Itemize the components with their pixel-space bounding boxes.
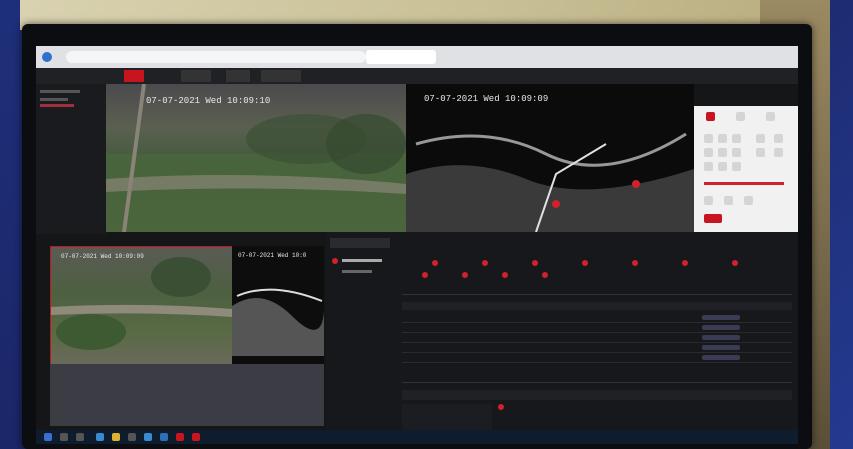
app-icon[interactable]	[192, 433, 200, 441]
camera-item-active[interactable]	[40, 104, 74, 107]
start-icon[interactable]	[44, 433, 52, 441]
device-type-filter	[402, 260, 792, 266]
video-feed-top-right[interactable]: 07-07-2021 Wed 10:09:09	[406, 84, 694, 232]
hikcentral-icon[interactable]	[176, 433, 184, 441]
filter-checkbox[interactable]	[582, 260, 588, 266]
ptz-up-left-button[interactable]	[704, 134, 713, 143]
priority-filter	[402, 272, 792, 278]
filter-checkbox[interactable]	[532, 260, 538, 266]
filter-checkbox[interactable]	[632, 260, 638, 266]
event-center-panel	[326, 232, 798, 444]
table-row[interactable]	[402, 334, 792, 343]
app-navigation-bar	[36, 68, 798, 84]
filter-checkbox[interactable]	[422, 272, 428, 278]
filter-checkbox[interactable]	[682, 260, 688, 266]
filter-checkbox[interactable]	[732, 260, 738, 266]
divider	[402, 382, 792, 383]
wiper-icon[interactable]	[724, 196, 733, 205]
windows-taskbar	[36, 430, 798, 444]
video-feed-bottom-left[interactable]: 07-07-2021 Wed 10:09:09	[50, 246, 234, 366]
filter-checkbox[interactable]	[502, 272, 508, 278]
filter-checkbox[interactable]	[432, 260, 438, 266]
ptz-down-left-button[interactable]	[704, 162, 713, 171]
tab-configuration[interactable]	[261, 70, 301, 82]
timestamp-top-left: 07-07-2021 Wed 10:09:10	[146, 96, 271, 106]
light-icon[interactable]	[704, 196, 713, 205]
event-details-header	[402, 390, 792, 400]
ptz-right-button[interactable]	[732, 148, 741, 157]
camera-list-header	[40, 90, 80, 93]
priority-badge	[702, 315, 740, 320]
table-row[interactable]	[402, 344, 792, 353]
event-table-header	[402, 302, 792, 310]
priority-badge	[702, 325, 740, 330]
browser-icon	[42, 52, 52, 62]
event-center-tab[interactable]	[330, 238, 390, 248]
address-bar[interactable]	[66, 51, 366, 63]
app-icon[interactable]	[144, 433, 152, 441]
monitor: 07-07-2021 Wed 10:09:10 07-07-2021 Wed 1…	[22, 24, 812, 449]
browser-bar	[36, 46, 798, 68]
store-icon[interactable]	[128, 433, 136, 441]
real-time-event-label	[342, 259, 382, 262]
app-icon[interactable]	[160, 433, 168, 441]
thermal-scene-graphic-2	[232, 288, 324, 356]
ptz-stop-button[interactable]	[718, 148, 727, 157]
tab-picture[interactable]	[226, 70, 250, 82]
real-time-event-icon[interactable]	[332, 258, 338, 264]
zoom-in-icon[interactable]	[756, 134, 765, 143]
browser-tab[interactable]	[366, 50, 436, 64]
scene-graphic	[106, 84, 406, 232]
aux-icon[interactable]	[744, 196, 753, 205]
ptz-up-right-button[interactable]	[732, 134, 741, 143]
patrol-icon[interactable]	[766, 112, 775, 121]
tab-playback[interactable]	[181, 70, 211, 82]
folder-icon[interactable]	[112, 433, 120, 441]
timestamp-bottom-right: 07-07-2021 Wed 10:0	[238, 252, 307, 259]
table-row[interactable]	[402, 324, 792, 333]
record-button[interactable]	[704, 214, 722, 223]
speed-slider[interactable]	[704, 182, 784, 185]
empty-video-slot[interactable]	[50, 364, 324, 426]
edge-icon[interactable]	[96, 433, 104, 441]
table-row[interactable]	[402, 354, 792, 363]
ptz-down-button[interactable]	[718, 162, 727, 171]
zoom-out-icon[interactable]	[774, 134, 783, 143]
timestamp-bottom-left: 07-07-2021 Wed 10:09:09	[61, 253, 144, 260]
video-feed-top-left[interactable]: 07-07-2021 Wed 10:09:10	[106, 84, 406, 232]
divider	[402, 294, 792, 295]
table-row[interactable]	[402, 314, 792, 323]
ptz-left-button[interactable]	[704, 148, 713, 157]
auto-play-video-checkbox[interactable]	[498, 404, 504, 410]
task-view-icon[interactable]	[76, 433, 84, 441]
search-icon[interactable]	[60, 433, 68, 441]
event-search-label[interactable]	[342, 270, 372, 273]
ptz-icon[interactable]	[706, 112, 715, 121]
tab-live-view[interactable]	[124, 70, 145, 82]
priority-badge	[702, 345, 740, 350]
ptz-down-right-button[interactable]	[732, 162, 741, 171]
monitor-screen: 07-07-2021 Wed 10:09:10 07-07-2021 Wed 1…	[36, 46, 798, 444]
ptz-up-button[interactable]	[718, 134, 727, 143]
camera-item[interactable]	[40, 98, 68, 101]
focus-far-icon[interactable]	[774, 148, 783, 157]
scene-graphic-2	[51, 257, 233, 350]
preset-icon[interactable]	[736, 112, 745, 121]
thermal-scene-graphic	[406, 132, 694, 232]
camera-list-panel	[36, 84, 106, 234]
filter-checkbox[interactable]	[542, 272, 548, 278]
ptz-control-panel	[694, 106, 798, 232]
focus-near-icon[interactable]	[756, 148, 765, 157]
video-feed-bottom-right[interactable]: 07-07-2021 Wed 10:0	[232, 246, 324, 364]
filter-checkbox[interactable]	[482, 260, 488, 266]
priority-badge	[702, 335, 740, 340]
priority-badge	[702, 355, 740, 360]
timestamp-top-right: 07-07-2021 Wed 10:09:09	[424, 94, 549, 104]
filter-checkbox[interactable]	[462, 272, 468, 278]
